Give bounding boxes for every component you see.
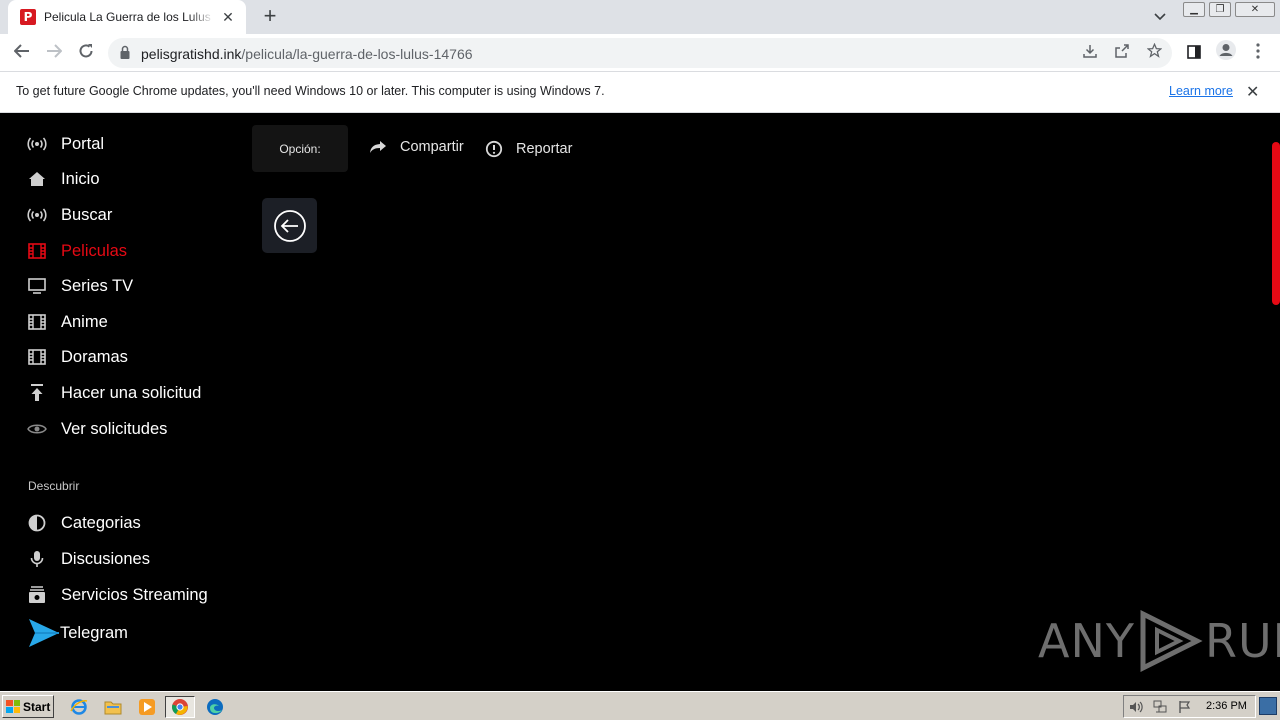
half-circle-icon [26,512,48,534]
url-text: pelisgratishd.ink/pelicula/la-guerra-de-… [141,46,473,62]
sidebar-item-portal[interactable]: Portal [26,132,104,156]
anyrun-watermark: ANY RUN [1038,608,1280,674]
close-infobar-icon[interactable]: ✕ [1246,82,1259,102]
site-favicon-icon: P [20,9,36,25]
sidebar: Portal Inicio Buscar Peliculas Series TV… [0,113,240,691]
reload-icon[interactable] [72,39,100,67]
page-scrollbar[interactable] [1272,142,1280,305]
lock-icon [120,45,130,59]
alert-circle-icon [484,139,504,159]
sidebar-item-servicios-streaming[interactable]: Servicios Streaming [26,583,208,607]
home-icon [26,168,48,190]
telegram-icon [28,617,60,649]
sidebar-item-inicio[interactable]: Inicio [26,167,100,191]
close-tab-icon[interactable]: ✕ [220,9,236,25]
share-icon[interactable] [1111,42,1133,64]
film-icon [26,240,48,262]
tab-title: Pelicula La Guerra de los Lulus Español [44,10,214,24]
sidebar-item-peliculas[interactable]: Peliculas [26,239,127,263]
action-center-flag-icon[interactable] [1178,700,1192,714]
back-arrow-icon[interactable] [8,39,36,67]
broadcast-icon [26,133,48,155]
arrow-left-circle-icon [273,209,306,242]
taskbar-clock[interactable]: 2:36 PM [1206,700,1247,712]
show-desktop-button[interactable] [1259,697,1277,715]
minimize-window-button[interactable]: ▁ [1183,2,1205,17]
report-button[interactable]: Reportar [484,139,572,159]
tab-search-chevron-icon[interactable] [1150,7,1170,27]
install-app-icon[interactable] [1079,42,1101,64]
edge-icon[interactable] [204,696,226,718]
tv-icon [26,275,48,297]
film-icon [26,346,48,368]
sidebar-item-doramas[interactable]: Doramas [26,345,128,369]
tab-strip: P Pelicula La Guerra de los Lulus Españo… [0,0,1280,34]
streaming-icon [26,584,48,606]
address-bar[interactable]: pelisgratishd.ink/pelicula/la-guerra-de-… [108,38,1172,68]
play-logo-icon [1140,610,1203,672]
menu-kebab-icon[interactable] [1244,39,1272,67]
sidebar-item-categorias[interactable]: Categorias [26,511,141,535]
windows-taskbar: Start 2:36 PM [0,691,1280,720]
share-arrow-icon [368,137,388,157]
sidebar-item-discusiones[interactable]: Discusiones [26,547,150,571]
new-tab-button[interactable]: + [258,5,282,28]
page-content: Portal Inicio Buscar Peliculas Series TV… [0,113,1280,691]
sidebar-item-ver-solicitudes[interactable]: Ver solicitudes [26,417,167,441]
upload-icon [26,382,48,404]
sidebar-item-buscar[interactable]: Buscar [26,203,112,227]
bookmark-star-icon[interactable] [1143,42,1165,64]
browser-toolbar: pelisgratishd.ink/pelicula/la-guerra-de-… [0,34,1280,72]
eye-icon [26,418,48,440]
media-player-icon[interactable] [136,696,158,718]
sidebar-item-anime[interactable]: Anime [26,310,108,334]
sidebar-item-hacer-solicitud[interactable]: Hacer una solicitud [26,381,201,405]
section-label-descubrir: Descubrir [28,479,80,493]
update-infobar: To get future Google Chrome updates, you… [0,72,1280,113]
sidebar-item-telegram[interactable]: Telegram [28,619,128,647]
windows-logo-icon [6,700,20,713]
learn-more-link[interactable]: Learn more [1169,84,1233,98]
infobar-message: To get future Google Chrome updates, you… [16,84,605,98]
broadcast-icon [26,204,48,226]
film-icon [26,311,48,333]
microphone-icon [26,548,48,570]
sidebar-item-series-tv[interactable]: Series TV [26,274,133,298]
back-button[interactable] [262,198,317,253]
network-icon[interactable] [1153,700,1167,714]
share-button[interactable]: Compartir [368,137,464,157]
profile-avatar-icon[interactable] [1212,39,1240,67]
browser-tab[interactable]: P Pelicula La Guerra de los Lulus Españo… [8,0,246,34]
internet-explorer-icon[interactable] [68,696,90,718]
side-panel-icon[interactable] [1180,39,1208,67]
close-window-button[interactable]: ✕ [1235,2,1275,17]
start-button[interactable]: Start [2,695,54,718]
forward-arrow-icon[interactable] [40,39,68,67]
option-selector[interactable]: Opción: [252,125,348,172]
file-explorer-icon[interactable] [102,696,124,718]
volume-icon[interactable] [1129,700,1143,714]
chrome-taskbar-icon[interactable] [165,696,195,718]
restore-window-button[interactable]: ❐ [1209,2,1231,17]
